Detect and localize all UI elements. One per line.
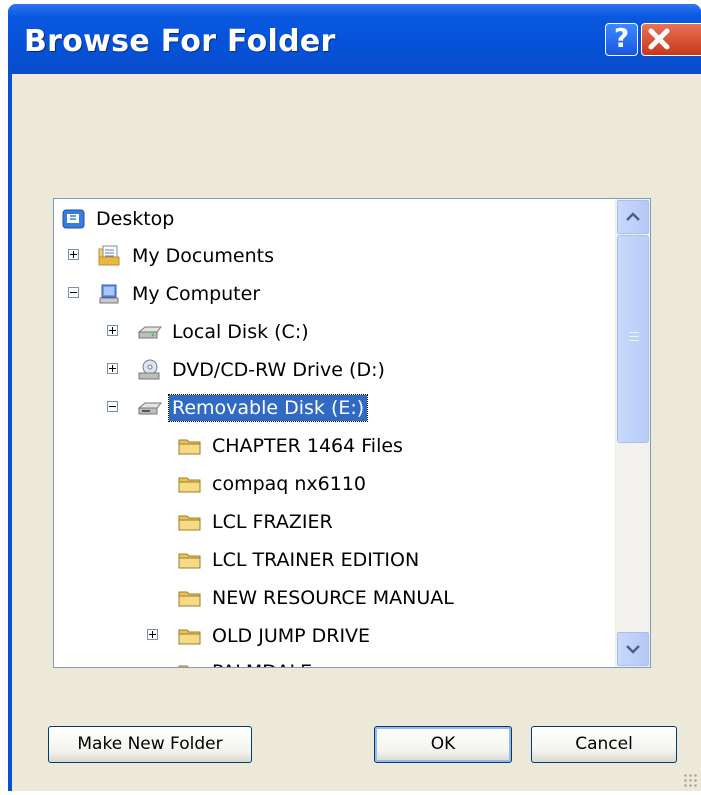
ok-button[interactable]: OK [374, 726, 512, 763]
scroll-up-button[interactable] [617, 200, 649, 234]
cd-drive-icon [137, 359, 163, 381]
tree-item-label: My Documents [132, 245, 275, 267]
folder-icon [177, 587, 203, 609]
dialog-body: Desktop My Documents My Computer Local D… [12, 74, 701, 791]
help-button[interactable]: ? [605, 23, 638, 56]
close-icon [648, 28, 670, 50]
resize-grip[interactable] [683, 773, 697, 787]
tree-item-label: CHAPTER 1464 Files [212, 435, 403, 457]
tree-item-folder[interactable]: LCL FRAZIER [177, 505, 336, 539]
tree-item-label: NEW RESOURCE MANUAL [212, 587, 454, 609]
collapse-toggle[interactable] [68, 287, 79, 298]
folder-icon [177, 473, 203, 495]
tree-item-folder[interactable]: LCL TRAINER EDITION [177, 543, 422, 577]
scroll-thumb[interactable] [617, 235, 649, 443]
tree-item-label: My Computer [132, 283, 261, 305]
thumb-grip [629, 336, 639, 337]
folder-icon [177, 549, 203, 571]
chevron-down-icon [626, 645, 640, 654]
tree-item-label: PALMDALE [209, 659, 315, 667]
tree-item-label: Local Disk (C:) [172, 321, 309, 343]
folder-icon [177, 625, 203, 647]
expand-toggle[interactable] [107, 363, 118, 374]
tree-item-label: compaq nx6110 [212, 473, 367, 495]
my-computer-icon [97, 283, 123, 305]
tree-item-folder[interactable]: OLD JUMP DRIVE [177, 619, 373, 653]
collapse-toggle[interactable] [107, 401, 118, 412]
hard-disk-icon [137, 321, 163, 343]
folder-icon [177, 511, 203, 533]
chevron-up-icon [626, 212, 640, 221]
tree-item-label: DVD/CD-RW Drive (D:) [172, 359, 385, 381]
tree-item-label: LCL FRAZIER [212, 511, 333, 533]
browse-for-folder-dialog: Browse For Folder ? Desktop My Documents… [8, 4, 701, 791]
tree-item-label: Desktop [96, 208, 175, 230]
tree-item-folder[interactable]: NEW RESOURCE MANUAL [177, 581, 457, 615]
tree-item-folder[interactable]: PALMDALE [177, 655, 315, 667]
help-icon: ? [613, 24, 630, 54]
tree-item-folder[interactable]: CHAPTER 1464 Files [177, 429, 406, 463]
tree-item-removable-disk-e[interactable]: Removable Disk (E:) [137, 391, 369, 425]
tree-item-my-computer[interactable]: My Computer [97, 277, 263, 311]
cancel-button[interactable]: Cancel [531, 726, 677, 763]
desktop-icon [61, 208, 87, 230]
tree-item-my-documents[interactable]: My Documents [97, 239, 277, 273]
folder-tree[interactable]: Desktop My Documents My Computer Local D… [53, 198, 651, 668]
tree-item-label: LCL TRAINER EDITION [212, 549, 420, 571]
tree-item-label: OLD JUMP DRIVE [212, 625, 371, 647]
tree-item-folder[interactable]: compaq nx6110 [177, 467, 369, 501]
expand-toggle[interactable] [107, 325, 118, 336]
folder-icon [177, 435, 203, 457]
dialog-title: Browse For Folder [24, 24, 336, 59]
thumb-grip [629, 332, 639, 333]
removable-disk-icon [137, 397, 163, 419]
expand-toggle[interactable] [68, 249, 79, 260]
tree-item-desktop[interactable]: Desktop [61, 202, 177, 236]
scroll-down-button[interactable] [617, 632, 649, 666]
folder-icon [177, 661, 203, 667]
thumb-grip [629, 340, 639, 341]
expand-toggle[interactable] [147, 629, 158, 640]
make-new-folder-button[interactable]: Make New Folder [48, 726, 252, 763]
close-button[interactable] [641, 23, 701, 56]
tree-item-label: Removable Disk (E:) [167, 394, 369, 422]
title-bar[interactable]: Browse For Folder ? [8, 4, 701, 74]
tree-item-local-disk-c[interactable]: Local Disk (C:) [137, 315, 312, 349]
my-documents-icon [97, 245, 123, 267]
vertical-scrollbar[interactable] [615, 199, 650, 667]
tree-item-dvd-drive-d[interactable]: DVD/CD-RW Drive (D:) [137, 353, 388, 387]
